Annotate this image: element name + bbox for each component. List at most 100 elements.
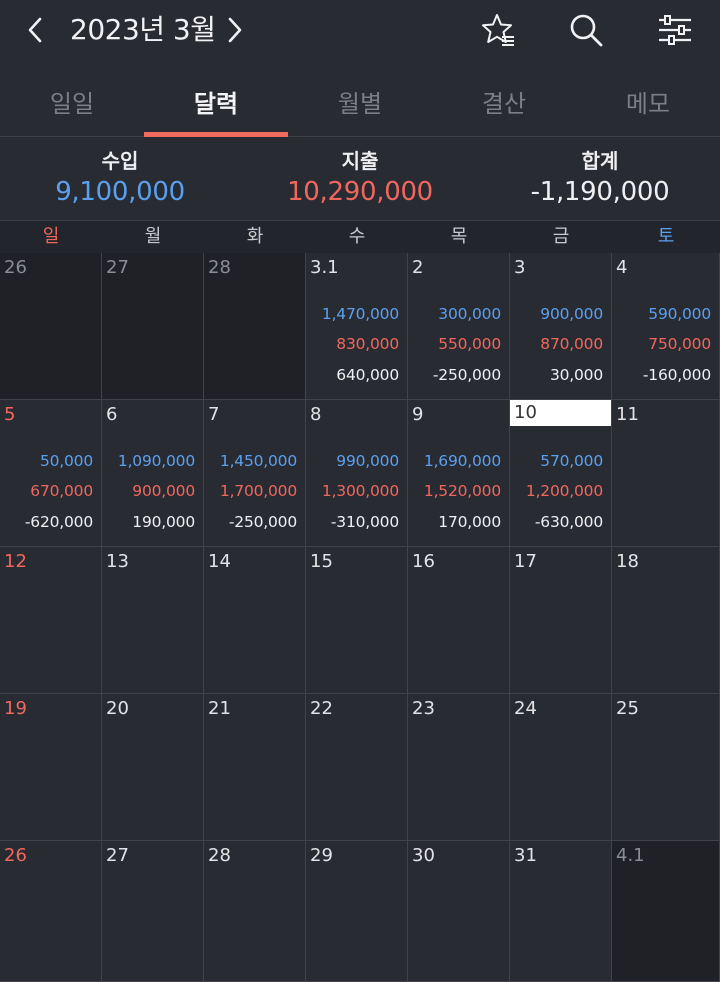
calendar-day-cell[interactable]: 24 <box>510 694 612 841</box>
top-bar: 2023년 3월 <box>0 0 720 62</box>
calendar-day-cell[interactable]: 28 <box>204 841 306 982</box>
calendar-grid: 26 27 28 3.1 1,470,000 830,000 640,000 2 300,000… <box>0 253 720 982</box>
calendar-day-cell[interactable]: 14 <box>204 547 306 694</box>
date-label: 4.1 <box>616 845 645 866</box>
calendar-day-cell[interactable]: 12 <box>0 547 102 694</box>
calendar-day-cell[interactable]: 19 <box>0 694 102 841</box>
calendar-day-cell[interactable]: 31 <box>510 841 612 982</box>
next-month-button[interactable] <box>217 12 253 48</box>
day-income: 1,450,000 <box>219 452 297 470</box>
day-total: 190,000 <box>132 513 195 531</box>
calendar-day-cell[interactable]: 21 <box>204 694 306 841</box>
calendar-day-cell[interactable]: 2 300,000 550,000 -250,000 <box>408 253 510 400</box>
expense-summary: 지출 10,290,000 <box>240 137 480 219</box>
calendar-day-cell[interactable]: 4.1 <box>612 841 720 982</box>
date-label: 8 <box>310 404 322 425</box>
favorite-button[interactable] <box>476 10 520 50</box>
day-total: -630,000 <box>534 513 603 531</box>
date-label: 20 <box>106 698 129 719</box>
total-summary: 합계 -1,190,000 <box>480 137 720 219</box>
day-total: -250,000 <box>228 513 297 531</box>
day-expense: 830,000 <box>336 335 399 353</box>
calendar-day-cell[interactable]: 11 <box>612 400 720 547</box>
calendar-day-cell[interactable]: 4 590,000 750,000 -160,000 <box>612 253 720 400</box>
calendar-day-cell[interactable]: 23 <box>408 694 510 841</box>
date-label: 31 <box>514 845 537 866</box>
calendar-day-cell[interactable]: 18 <box>612 547 720 694</box>
month-title[interactable]: 2023년 3월 <box>70 10 216 50</box>
calendar-day-cell[interactable]: 25 <box>612 694 720 841</box>
calendar-day-cell[interactable]: 26 <box>0 841 102 982</box>
date-label: 2 <box>412 257 424 278</box>
day-expense: 750,000 <box>648 335 711 353</box>
calendar-day-cell[interactable]: 6 1,090,000 900,000 190,000 <box>102 400 204 547</box>
calendar-day-cell[interactable]: 10 570,000 1,200,000 -630,000 <box>510 400 612 547</box>
day-income: 50,000 <box>39 452 93 470</box>
calendar-day-cell[interactable]: 15 <box>306 547 408 694</box>
day-total: 170,000 <box>438 513 501 531</box>
day-total: -310,000 <box>330 513 399 531</box>
weekday-sun: 일 <box>42 226 60 247</box>
day-total: -250,000 <box>432 366 501 384</box>
date-label: 19 <box>4 698 27 719</box>
view-tabs: 일일 달력 월별 결산 메모 <box>0 66 720 137</box>
day-income: 1,690,000 <box>423 452 501 470</box>
day-income: 570,000 <box>540 452 603 470</box>
date-label: 7 <box>208 404 220 425</box>
calendar-day-cell[interactable]: 8 990,000 1,300,000 -310,000 <box>306 400 408 547</box>
date-label: 28 <box>208 257 231 278</box>
chevron-right-icon <box>228 17 242 43</box>
calendar-day-cell[interactable]: 27 <box>102 253 204 400</box>
date-label: 14 <box>208 551 231 572</box>
tab-settlement[interactable]: 결산 <box>432 66 576 136</box>
calendar-day-cell[interactable]: 7 1,450,000 1,700,000 -250,000 <box>204 400 306 547</box>
day-income: 990,000 <box>336 452 399 470</box>
day-total: -620,000 <box>24 513 93 531</box>
calendar-day-cell[interactable]: 28 <box>204 253 306 400</box>
calendar-day-cell[interactable]: 20 <box>102 694 204 841</box>
calendar-day-cell[interactable]: 5 50,000 670,000 -620,000 <box>0 400 102 547</box>
tab-monthly[interactable]: 월별 <box>288 66 432 136</box>
income-summary: 수입 9,100,000 <box>0 137 240 219</box>
date-label: 26 <box>4 257 27 278</box>
date-label: 26 <box>4 845 27 866</box>
date-label: 27 <box>106 257 129 278</box>
day-income: 900,000 <box>540 305 603 323</box>
tab-daily[interactable]: 일일 <box>0 66 144 136</box>
date-label: 28 <box>208 845 231 866</box>
date-label: 24 <box>514 698 537 719</box>
weekday-wed: 수 <box>348 226 366 247</box>
calendar-day-cell[interactable]: 29 <box>306 841 408 982</box>
day-expense: 550,000 <box>438 335 501 353</box>
date-label: 5 <box>4 404 16 425</box>
date-label: 23 <box>412 698 435 719</box>
calendar-day-cell[interactable]: 3.1 1,470,000 830,000 640,000 <box>306 253 408 400</box>
total-label: 합계 <box>581 149 619 173</box>
expense-label: 지출 <box>341 149 379 173</box>
day-income: 1,470,000 <box>321 305 399 323</box>
calendar-day-cell[interactable]: 9 1,690,000 1,520,000 170,000 <box>408 400 510 547</box>
date-label: 6 <box>106 404 118 425</box>
summary-bar: 수입 9,100,000 지출 10,290,000 합계 -1,190,000 <box>0 137 720 219</box>
filter-button[interactable] <box>653 10 697 50</box>
calendar-day-cell[interactable]: 27 <box>102 841 204 982</box>
day-expense: 870,000 <box>540 335 603 353</box>
calendar-day-cell[interactable]: 17 <box>510 547 612 694</box>
calendar-day-cell[interactable]: 3 900,000 870,000 30,000 <box>510 253 612 400</box>
search-button[interactable] <box>564 10 608 50</box>
calendar-day-cell[interactable]: 26 <box>0 253 102 400</box>
sliders-icon <box>659 15 691 45</box>
calendar-day-cell[interactable]: 22 <box>306 694 408 841</box>
tab-calendar[interactable]: 달력 <box>144 66 288 137</box>
tab-memo[interactable]: 메모 <box>576 66 720 136</box>
prev-month-button[interactable] <box>17 12 53 48</box>
date-label: 21 <box>208 698 231 719</box>
day-expense: 1,700,000 <box>219 482 297 500</box>
day-total: 640,000 <box>336 366 399 384</box>
day-expense: 1,300,000 <box>321 482 399 500</box>
calendar-day-cell[interactable]: 13 <box>102 547 204 694</box>
date-label: 11 <box>616 404 639 425</box>
date-label: 16 <box>412 551 435 572</box>
calendar-day-cell[interactable]: 16 <box>408 547 510 694</box>
calendar-day-cell[interactable]: 30 <box>408 841 510 982</box>
